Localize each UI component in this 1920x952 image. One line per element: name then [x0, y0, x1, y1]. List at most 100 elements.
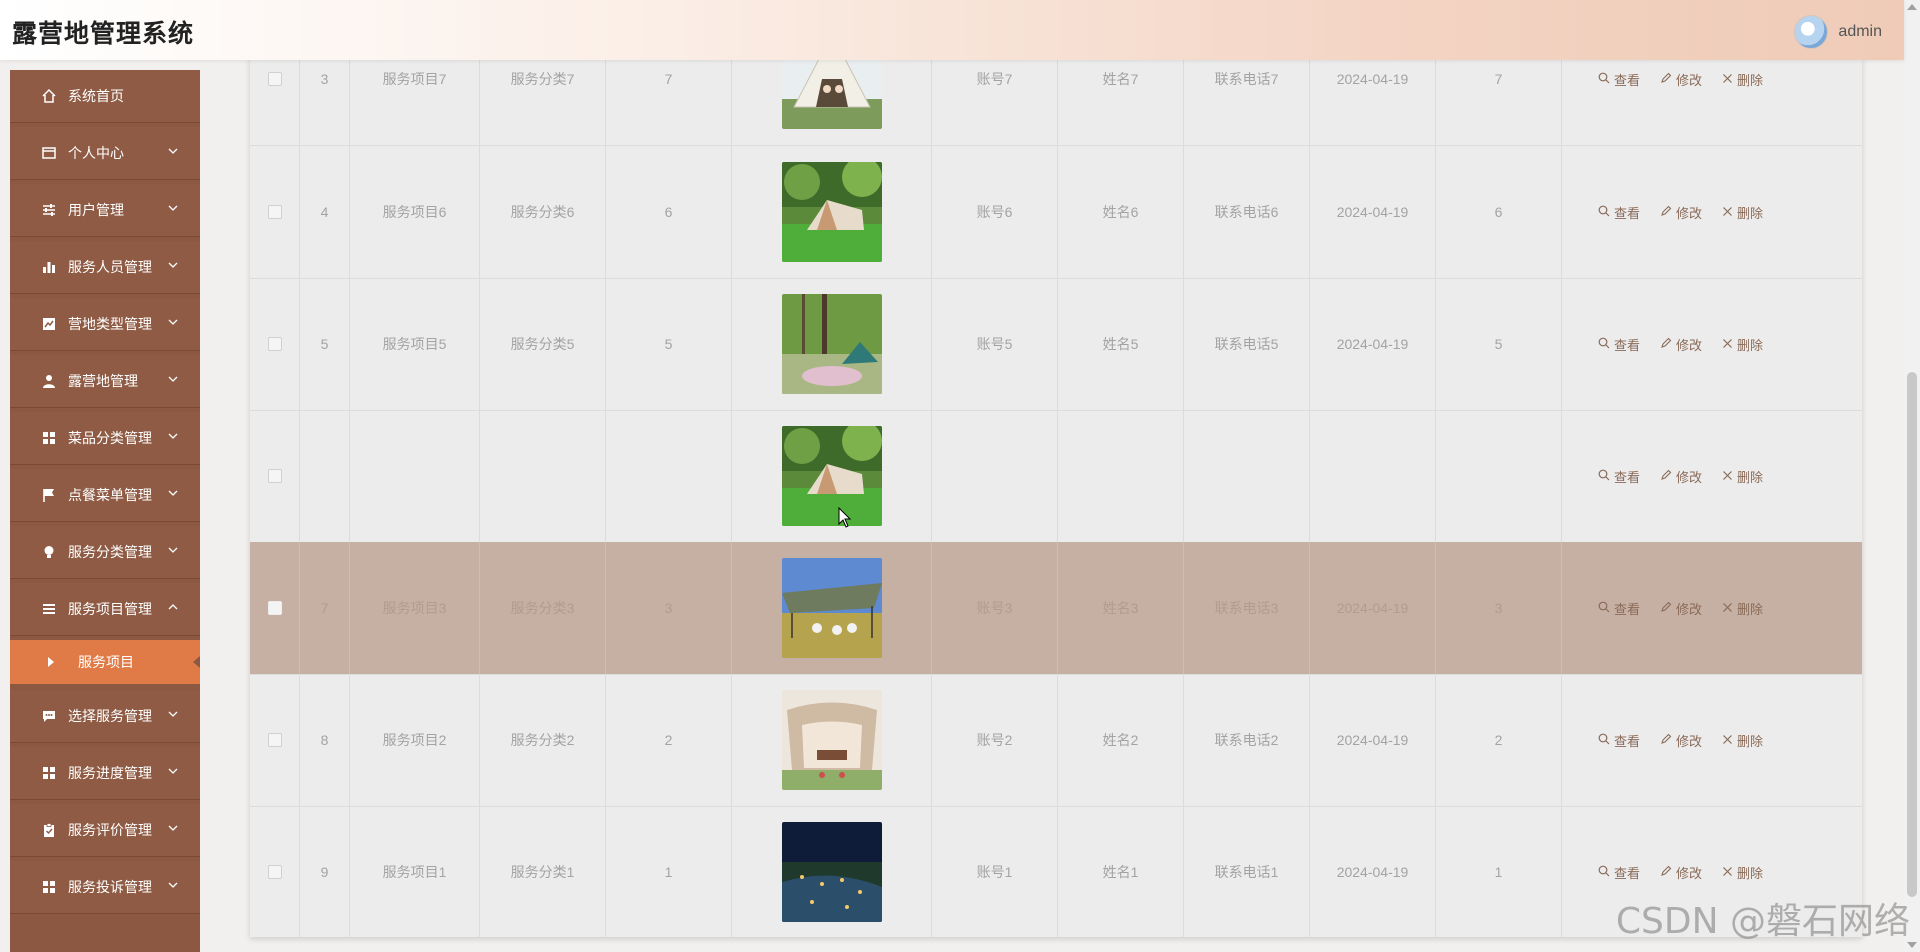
sidebar-item-label: 服务分类管理: [68, 544, 152, 560]
delete-button[interactable]: 删除: [1722, 467, 1763, 486]
sidebar-item-label: 露营地管理: [68, 373, 138, 389]
edit-icon: [1660, 733, 1672, 748]
campsite-photo[interactable]: [781, 690, 882, 790]
row-checkbox[interactable]: [267, 601, 282, 615]
sidebar-item-13[interactable]: 服务投诉管理: [10, 861, 200, 914]
edit-icon: [1660, 205, 1672, 220]
cell-category: 服务分类1: [480, 806, 606, 938]
user-menu[interactable]: admin: [1794, 15, 1882, 49]
search-icon: [1598, 337, 1610, 352]
campsite-photo[interactable]: [781, 294, 882, 394]
image-cell: [732, 146, 932, 278]
sidebar-item-5[interactable]: 露营地管理: [10, 355, 200, 408]
view-button[interactable]: 查看: [1598, 70, 1640, 89]
scroll-up-arrow[interactable]: [1907, 4, 1917, 10]
grid-icon: [40, 764, 58, 782]
row-checkbox[interactable]: [267, 865, 282, 879]
view-button[interactable]: 查看: [1598, 203, 1640, 222]
search-icon: [1598, 72, 1610, 87]
sidebar-item-8[interactable]: 服务分类管理: [10, 526, 200, 579]
table-row[interactable]: 5 服务项目5 服务分类5 5 账号5 姓名5 联系电话5 2024-04-19 5 查看 修改 删除: [250, 278, 1862, 411]
table-row[interactable]: 8 服务项目2 服务分类2 2 账号2 姓名2 联系电话2 2024-04-19 2 查看 修改 删除: [250, 674, 1862, 807]
sidebar-item-7[interactable]: 点餐菜单管理: [10, 469, 200, 522]
sidebar-item-1[interactable]: 个人中心: [10, 127, 200, 180]
cell-category: 服务分类3: [480, 542, 606, 674]
image-cell: [732, 806, 932, 938]
cell-account: 账号2: [932, 674, 1058, 806]
delete-button[interactable]: 删除: [1722, 335, 1763, 354]
sidebar-item-4[interactable]: 营地类型管理: [10, 298, 200, 351]
sidebar-item-2[interactable]: 用户管理: [10, 184, 200, 237]
edit-button[interactable]: 修改: [1660, 599, 1702, 618]
row-checkbox-cell: [250, 146, 300, 278]
sidebar-subitem-service-project[interactable]: 服务项目: [10, 640, 200, 684]
chevron-down-icon: [168, 485, 178, 501]
sidebar-item-label: 选择服务管理: [68, 708, 152, 724]
list-icon: [40, 600, 58, 618]
bulb-icon: [40, 543, 58, 561]
cell-count: 6: [1436, 146, 1562, 278]
sidebar-item-9[interactable]: 服务项目管理: [10, 583, 200, 636]
view-button[interactable]: 查看: [1598, 599, 1640, 618]
table-row[interactable]: 4 服务项目6 服务分类6 6 账号6 姓名6 联系电话6 2024-04-19 6 查看 修改 删除: [250, 146, 1862, 279]
delete-button[interactable]: 删除: [1722, 731, 1763, 750]
delete-button[interactable]: 删除: [1722, 70, 1763, 89]
image-cell: [732, 410, 932, 542]
delete-button[interactable]: 删除: [1722, 599, 1763, 618]
campsite-photo[interactable]: [781, 558, 882, 658]
flag-icon: [40, 486, 58, 504]
cell-phone: 联系电话3: [1184, 542, 1310, 674]
cell-index: 5: [300, 278, 350, 410]
service-table: 3 服务项目7 服务分类7 7 账号7 姓名7 联系电话7 2024-04-19 7 查看 修改 删除…: [250, 0, 1862, 939]
actions-cell: 查看 修改 删除: [1562, 410, 1862, 542]
sidebar-item-12[interactable]: 服务评价管理: [10, 804, 200, 857]
edit-button[interactable]: 修改: [1660, 863, 1702, 882]
delete-button[interactable]: 删除: [1722, 203, 1763, 222]
row-checkbox[interactable]: [267, 733, 282, 747]
avatar[interactable]: [1794, 15, 1829, 49]
cell-num: [606, 410, 732, 542]
edit-icon: [1660, 469, 1672, 484]
close-icon: [1722, 601, 1733, 616]
page-scrollbar[interactable]: [1904, 0, 1920, 952]
edit-button[interactable]: 修改: [1660, 467, 1702, 486]
sidebar-item-10[interactable]: 选择服务管理: [10, 690, 200, 743]
view-button[interactable]: 查看: [1598, 335, 1640, 354]
table-row[interactable]: 7 服务项目3 服务分类3 3 账号3 姓名3 联系电话3 2024-04-19 3 查看 修改 删除: [250, 542, 1862, 675]
row-checkbox[interactable]: [267, 469, 282, 483]
row-checkbox-cell: [250, 410, 300, 542]
cell-count: 3: [1436, 542, 1562, 674]
cell-account: 账号6: [932, 146, 1058, 278]
row-checkbox[interactable]: [267, 72, 282, 86]
view-button[interactable]: 查看: [1598, 467, 1640, 486]
edit-button[interactable]: 修改: [1660, 335, 1702, 354]
view-button[interactable]: 查看: [1598, 731, 1640, 750]
edit-button[interactable]: 修改: [1660, 731, 1702, 750]
chat-icon: [40, 707, 58, 725]
delete-button[interactable]: 删除: [1722, 863, 1763, 882]
cell-person: 姓名1: [1058, 806, 1184, 938]
sidebar-item-11[interactable]: 服务进度管理: [10, 747, 200, 800]
campsite-photo[interactable]: [781, 822, 882, 922]
edit-button[interactable]: 修改: [1660, 203, 1702, 222]
edit-button[interactable]: 修改: [1660, 70, 1702, 89]
row-checkbox[interactable]: [267, 205, 282, 219]
scroll-thumb[interactable]: [1907, 372, 1917, 897]
cell-category: 服务分类6: [480, 146, 606, 278]
sidebar-item-label: 个人中心: [68, 145, 124, 161]
campsite-photo[interactable]: [781, 162, 882, 262]
cell-category: [480, 410, 606, 542]
cell-person: [1058, 410, 1184, 542]
cell-person: 姓名2: [1058, 674, 1184, 806]
campsite-photo[interactable]: [781, 426, 882, 526]
username[interactable]: admin: [1838, 23, 1882, 41]
cell-name: 服务项目3: [350, 542, 480, 674]
view-button[interactable]: 查看: [1598, 863, 1640, 882]
table-row[interactable]: 查看 修改 删除: [250, 410, 1862, 543]
sidebar-item-3[interactable]: 服务人员管理: [10, 241, 200, 294]
cell-phone: 联系电话1: [1184, 806, 1310, 938]
sidebar-item-6[interactable]: 菜品分类管理: [10, 412, 200, 465]
row-checkbox[interactable]: [267, 337, 282, 351]
sidebar-item-0[interactable]: 系统首页: [10, 70, 200, 123]
cell-index: [300, 410, 350, 542]
